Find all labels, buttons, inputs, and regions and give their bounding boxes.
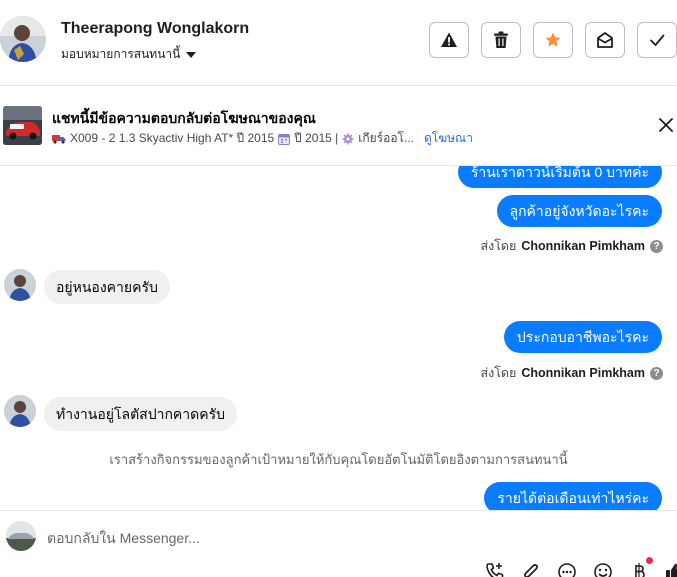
ad-reply-banner: แชทนี้มีข้อความตอบกลับต่อโฆษณาของคุณ X00… xyxy=(0,86,677,166)
star-icon xyxy=(545,32,561,47)
close-icon[interactable] xyxy=(657,116,675,134)
automation-notice: เราสร้างกิจกรรมของลูกค้าเป้าหมายให้กับคุ… xyxy=(109,452,568,467)
sent-by-label: ส่งโดย Chonnikan Pimkham ? xyxy=(480,363,663,383)
calendar-icon xyxy=(278,133,291,145)
message-bubble-incoming[interactable]: อยู่หนองคายครับ xyxy=(44,270,170,304)
notification-dot xyxy=(646,557,653,564)
message-thread[interactable]: ร้านเราดาวน์เริ่มต้น 0 บาทค่ะ ลูกค้าอยู่… xyxy=(0,166,677,510)
ad-gear-text: เกียร์ออโ... xyxy=(358,131,414,145)
saved-replies-button[interactable] xyxy=(556,561,578,577)
gear-icon xyxy=(342,133,354,144)
contact-avatar[interactable] xyxy=(0,16,46,62)
contact-name[interactable]: Theerapong Wonglakorn xyxy=(61,20,249,38)
report-button[interactable] xyxy=(429,22,469,58)
contact-avatar-small xyxy=(4,269,36,301)
sent-by-label: ส่งโดย Chonnikan Pimkham ? xyxy=(480,236,663,256)
composer-tools xyxy=(484,557,677,577)
ad-thumbnail[interactable] xyxy=(3,106,42,145)
ad-year-text: ปี 2015 | xyxy=(294,131,339,145)
view-ad-link[interactable]: ดูโฆษณา xyxy=(424,129,473,148)
agent-name: Chonnikan Pimkham xyxy=(521,239,645,253)
message-bubble-outgoing[interactable]: รายได้ต่อเดือนเท่าไหร่คะ xyxy=(484,482,662,510)
agent-name: Chonnikan Pimkham xyxy=(521,366,645,380)
ad-banner-title: แชทนี้มีข้อความตอบกลับต่อโฆษณาของคุณ xyxy=(52,110,316,126)
chat-bubble-icon xyxy=(558,563,576,577)
reply-input[interactable]: ตอบกลับใน Messenger... xyxy=(47,528,200,550)
contact-avatar-small xyxy=(4,395,36,427)
delete-button[interactable] xyxy=(481,22,521,58)
message-bubble-outgoing[interactable]: ประกอบอาชีพอะไรคะ xyxy=(503,321,662,353)
help-icon[interactable]: ? xyxy=(650,366,663,380)
paperclip-icon xyxy=(524,564,538,577)
check-icon xyxy=(650,34,665,46)
call-button[interactable] xyxy=(484,561,506,577)
phone-plus-icon xyxy=(486,563,504,577)
message-bubble-outgoing[interactable]: ร้านเราดาวน์เริ่มต้น 0 บาทค่ะ xyxy=(457,166,662,188)
trash-icon xyxy=(494,31,508,48)
attach-button[interactable] xyxy=(520,561,542,577)
chevron-down-icon xyxy=(186,51,197,58)
ad-model-text: X009 - 2 1.3 Skyactiv High AT* ปี 2015 xyxy=(70,131,275,145)
help-icon[interactable]: ? xyxy=(650,239,663,253)
sent-by-prefix: ส่งโดย xyxy=(480,366,517,380)
done-button[interactable] xyxy=(637,22,677,58)
thumbs-up-icon xyxy=(666,563,677,577)
page-avatar xyxy=(6,521,36,551)
assign-conversation-dropdown[interactable]: มอบหมายการสนทนานี้ xyxy=(61,45,197,64)
assign-label: มอบหมายการสนทนานี้ xyxy=(61,47,181,61)
star-button[interactable] xyxy=(533,22,573,58)
warning-icon xyxy=(441,32,457,47)
smiley-icon xyxy=(594,563,612,577)
like-button[interactable] xyxy=(664,561,677,577)
conversation-header: Theerapong Wonglakorn มอบหมายการสนทนานี้ xyxy=(0,0,677,86)
envelope-open-icon xyxy=(597,32,613,48)
payment-button[interactable] xyxy=(628,557,653,577)
emoji-button[interactable] xyxy=(592,561,614,577)
reply-composer: ตอบกลับใน Messenger... xyxy=(0,510,677,577)
mark-unread-button[interactable] xyxy=(585,22,625,58)
sent-by-prefix: ส่งโดย xyxy=(480,239,517,253)
message-bubble-incoming[interactable]: ทำงานอยู่โลตัสปากคาดครับ xyxy=(44,397,238,431)
ad-details: X009 - 2 1.3 Skyactiv High AT* ปี 2015 ป… xyxy=(52,129,473,148)
message-bubble-outgoing[interactable]: ลูกค้าอยู่จังหวัดอะไรคะ xyxy=(496,195,662,227)
header-actions xyxy=(429,22,677,58)
truck-icon xyxy=(52,135,66,144)
